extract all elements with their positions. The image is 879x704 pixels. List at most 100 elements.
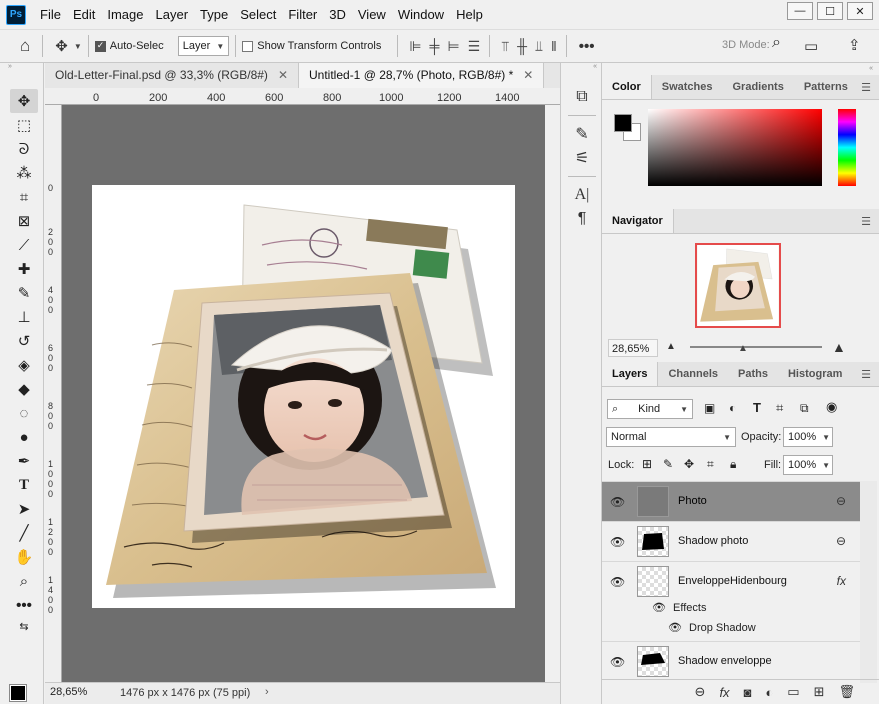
distribute-vertical-icon[interactable]: ‖ bbox=[546, 38, 560, 54]
lock-all-icon[interactable]: 🔒︎ bbox=[730, 457, 736, 472]
add-style-icon[interactable]: fx bbox=[719, 685, 729, 700]
zoom-out-icon[interactable]: ▲ bbox=[666, 341, 676, 352]
zoom-in-icon[interactable]: ▲ bbox=[832, 339, 846, 355]
menu-type[interactable]: Type bbox=[194, 0, 234, 29]
align-bottom-icon[interactable]: ⫫ bbox=[530, 38, 546, 55]
clone-stamp-tool-icon[interactable]: ⊥ bbox=[10, 305, 38, 329]
panel-menu-icon[interactable]: ☰ bbox=[861, 215, 871, 228]
distribute-icon[interactable]: ☰ bbox=[463, 38, 484, 55]
home-icon[interactable]: ⌂ bbox=[14, 36, 36, 56]
move-tool-icon[interactable]: ✥ bbox=[10, 89, 38, 113]
hand-tool-icon[interactable]: ✋ bbox=[10, 545, 38, 569]
navigator-zoom-slider[interactable] bbox=[690, 346, 822, 348]
drop-shadow-row[interactable]: 👁︎ Drop Shadow bbox=[668, 621, 756, 640]
fx-icon[interactable]: fx bbox=[837, 574, 846, 588]
document-canvas[interactable] bbox=[92, 185, 515, 608]
paint-bucket-tool-icon[interactable]: ◆ bbox=[10, 377, 38, 401]
show-transform-checkbox[interactable] bbox=[242, 40, 254, 52]
menu-layer[interactable]: Layer bbox=[150, 0, 195, 29]
healing-brush-tool-icon[interactable]: ✚ bbox=[10, 257, 38, 281]
workspace-icon[interactable]: ▭ bbox=[798, 37, 824, 55]
pen-tool-icon[interactable]: ✒ bbox=[10, 449, 38, 473]
chevron-down-icon[interactable]: ▼ bbox=[74, 42, 82, 51]
line-tool-icon[interactable]: ╱ bbox=[10, 521, 38, 545]
foreground-color-swatch[interactable] bbox=[614, 114, 632, 132]
tab-channels[interactable]: Channels bbox=[658, 362, 728, 386]
status-menu-arrow-icon[interactable]: › bbox=[265, 686, 269, 698]
visibility-eye-icon[interactable]: 👁︎ bbox=[610, 575, 625, 589]
type-tool-icon[interactable]: T bbox=[10, 473, 38, 497]
auto-select-target-dropdown[interactable]: Layer ▼ bbox=[177, 36, 230, 56]
history-panel-icon[interactable]: ⧉ bbox=[568, 85, 596, 109]
menu-window[interactable]: Window bbox=[392, 0, 450, 29]
document-scrollbar[interactable] bbox=[545, 105, 560, 682]
tab-untitled-1[interactable]: Untitled-1 @ 28,7% (Photo, RGB/8#) * ✕ bbox=[299, 63, 545, 88]
magic-wand-tool-icon[interactable]: ⁂ bbox=[10, 161, 38, 185]
layer-filter-dropdown[interactable]: ⌕ Kind ▼ bbox=[607, 399, 693, 419]
maximize-button[interactable]: ☐ bbox=[817, 2, 843, 20]
layers-scrollbar[interactable] bbox=[860, 481, 877, 683]
ruler-horizontal[interactable]: 0 200 400 600 800 1000 1200 1400 bbox=[45, 88, 560, 105]
adjustments-icon[interactable]: ⚟ bbox=[568, 146, 596, 170]
layer-row-shadow-photo[interactable]: 👁︎ Shadow photo ⊖ bbox=[602, 521, 860, 561]
menu-3d[interactable]: 3D bbox=[323, 0, 352, 29]
paragraph-panel-icon[interactable]: ¶ bbox=[568, 207, 596, 231]
new-group-icon[interactable]: ▭ bbox=[787, 684, 799, 700]
move-tool-icon[interactable]: ✥ bbox=[49, 37, 74, 55]
lock-image-icon[interactable]: ✎ bbox=[663, 457, 673, 471]
tab-paths[interactable]: Paths bbox=[728, 362, 778, 386]
lasso-tool-icon[interactable]: ᘐ bbox=[10, 137, 38, 161]
menu-file[interactable]: File bbox=[34, 0, 67, 29]
blend-mode-dropdown[interactable]: Normal ▼ bbox=[606, 427, 736, 447]
panel-menu-icon[interactable]: ☰ bbox=[861, 368, 871, 381]
visibility-eye-icon[interactable]: 👁︎ bbox=[668, 622, 682, 634]
close-button[interactable]: ✕ bbox=[847, 2, 873, 20]
lock-artboard-icon[interactable]: ⌗ bbox=[707, 457, 714, 472]
menu-view[interactable]: View bbox=[352, 0, 392, 29]
swap-colors-icon[interactable]: ⇆ bbox=[10, 617, 38, 635]
visibility-eye-icon[interactable]: 👁︎ bbox=[610, 655, 625, 669]
align-top-icon[interactable]: ⫪ bbox=[496, 38, 512, 55]
lock-transparent-icon[interactable]: ⊞ bbox=[642, 457, 652, 471]
align-left-icon[interactable]: ⊫ bbox=[404, 38, 424, 55]
dodge-tool-icon[interactable]: ● bbox=[10, 425, 38, 449]
visibility-eye-icon[interactable]: 👁︎ bbox=[610, 535, 625, 549]
close-icon[interactable]: ✕ bbox=[523, 63, 533, 88]
tab-patterns[interactable]: Patterns bbox=[794, 75, 858, 99]
align-vcenter-icon[interactable]: ╫ bbox=[512, 38, 530, 54]
delete-layer-icon[interactable]: 🗑︎ bbox=[838, 684, 855, 700]
align-right-icon[interactable]: ⊨ bbox=[442, 38, 462, 55]
character-panel-icon[interactable]: A| bbox=[568, 183, 596, 207]
foreground-color-swatch[interactable] bbox=[9, 684, 27, 702]
filter-shape-icon[interactable]: ⌗ bbox=[776, 400, 783, 416]
opacity-field[interactable]: 100% ▼ bbox=[783, 427, 833, 447]
history-brush-tool-icon[interactable]: ↺ bbox=[10, 329, 38, 353]
eyedropper-tool-icon[interactable]: ⟋ bbox=[10, 233, 38, 257]
tab-navigator[interactable]: Navigator bbox=[602, 209, 674, 233]
panel-menu-icon[interactable]: ☰ bbox=[861, 81, 871, 94]
more-options-icon[interactable]: ••• bbox=[573, 38, 601, 55]
marquee-tool-icon[interactable]: ⬚ bbox=[10, 113, 38, 137]
layer-row-shadow-enveloppe[interactable]: 👁︎ Shadow enveloppe bbox=[602, 641, 860, 681]
layer-row-photo[interactable]: 👁︎ Photo ⊖ bbox=[602, 481, 860, 521]
edit-toolbar-icon[interactable]: ••• bbox=[10, 593, 38, 617]
navigator-preview[interactable] bbox=[695, 243, 781, 328]
search-icon[interactable]: ⌕ bbox=[772, 34, 781, 52]
filter-toggle-icon[interactable]: ◉ bbox=[826, 399, 837, 415]
panels-collapse-icon[interactable]: « bbox=[869, 65, 873, 72]
align-hcenter-icon[interactable]: ╪ bbox=[425, 38, 443, 54]
crop-tool-icon[interactable]: ⌗ bbox=[10, 185, 38, 209]
tab-layers[interactable]: Layers bbox=[602, 362, 659, 386]
filter-smartobject-icon[interactable]: ⧉ bbox=[800, 401, 809, 416]
tab-swatches[interactable]: Swatches bbox=[652, 75, 723, 99]
new-adjustment-icon[interactable]: ◐ bbox=[765, 685, 773, 700]
link-layers-icon[interactable]: ⊖ bbox=[695, 684, 706, 700]
menu-image[interactable]: Image bbox=[101, 0, 149, 29]
color-picker-field[interactable] bbox=[648, 109, 822, 186]
eraser-tool-icon[interactable]: ◈ bbox=[10, 353, 38, 377]
brush-tool-icon[interactable]: ✎ bbox=[10, 281, 38, 305]
tab-gradients[interactable]: Gradients bbox=[722, 75, 793, 99]
layer-row-enveloppe[interactable]: 👁︎ EnveloppeHidenbourg fx bbox=[602, 561, 860, 601]
filter-type-icon[interactable]: T bbox=[753, 400, 761, 415]
visibility-eye-icon[interactable]: 👁︎ bbox=[652, 602, 666, 614]
